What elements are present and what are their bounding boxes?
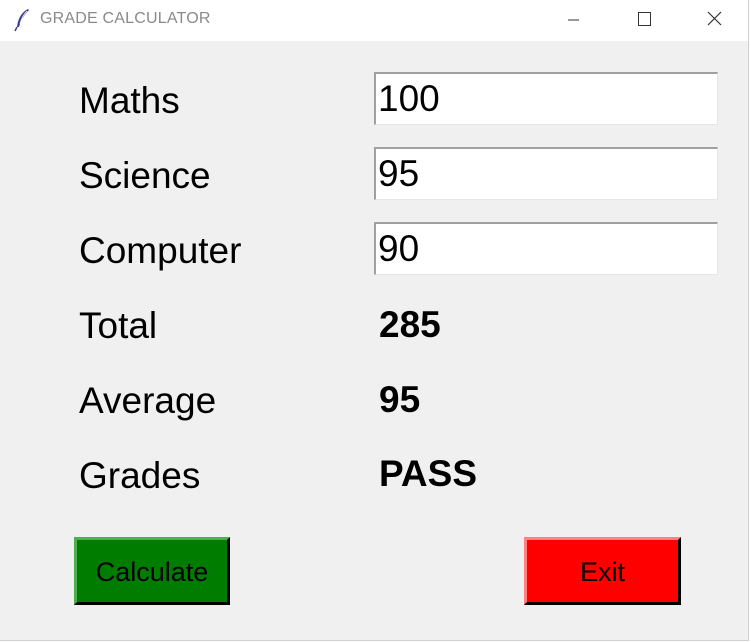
average-label: Average <box>79 380 217 421</box>
close-button[interactable] <box>679 0 748 41</box>
average-value: 95 <box>379 379 421 420</box>
computer-input[interactable] <box>374 222 718 275</box>
minimize-icon <box>568 19 579 21</box>
maximize-icon <box>638 12 651 26</box>
total-label: Total <box>79 305 158 346</box>
grades-label: Grades <box>79 455 201 496</box>
window-title: GRADE CALCULATOR <box>40 10 211 27</box>
exit-button[interactable]: Exit <box>524 537 681 605</box>
close-icon <box>707 11 722 26</box>
maths-label: Maths <box>79 80 180 121</box>
calculate-button[interactable]: Calculate <box>74 537 230 605</box>
maths-input[interactable] <box>374 72 718 125</box>
title-bar[interactable]: GRADE CALCULATOR <box>0 0 748 41</box>
grades-value: PASS <box>379 453 478 494</box>
grade-calculator-window: GRADE CALCULATOR Maths Science Computer … <box>0 0 749 641</box>
feather-icon <box>14 8 32 32</box>
science-input[interactable] <box>374 147 718 200</box>
minimize-button[interactable] <box>539 0 609 41</box>
total-value: 285 <box>379 304 441 345</box>
computer-label: Computer <box>79 230 242 271</box>
science-label: Science <box>79 155 211 196</box>
maximize-button[interactable] <box>609 0 679 41</box>
